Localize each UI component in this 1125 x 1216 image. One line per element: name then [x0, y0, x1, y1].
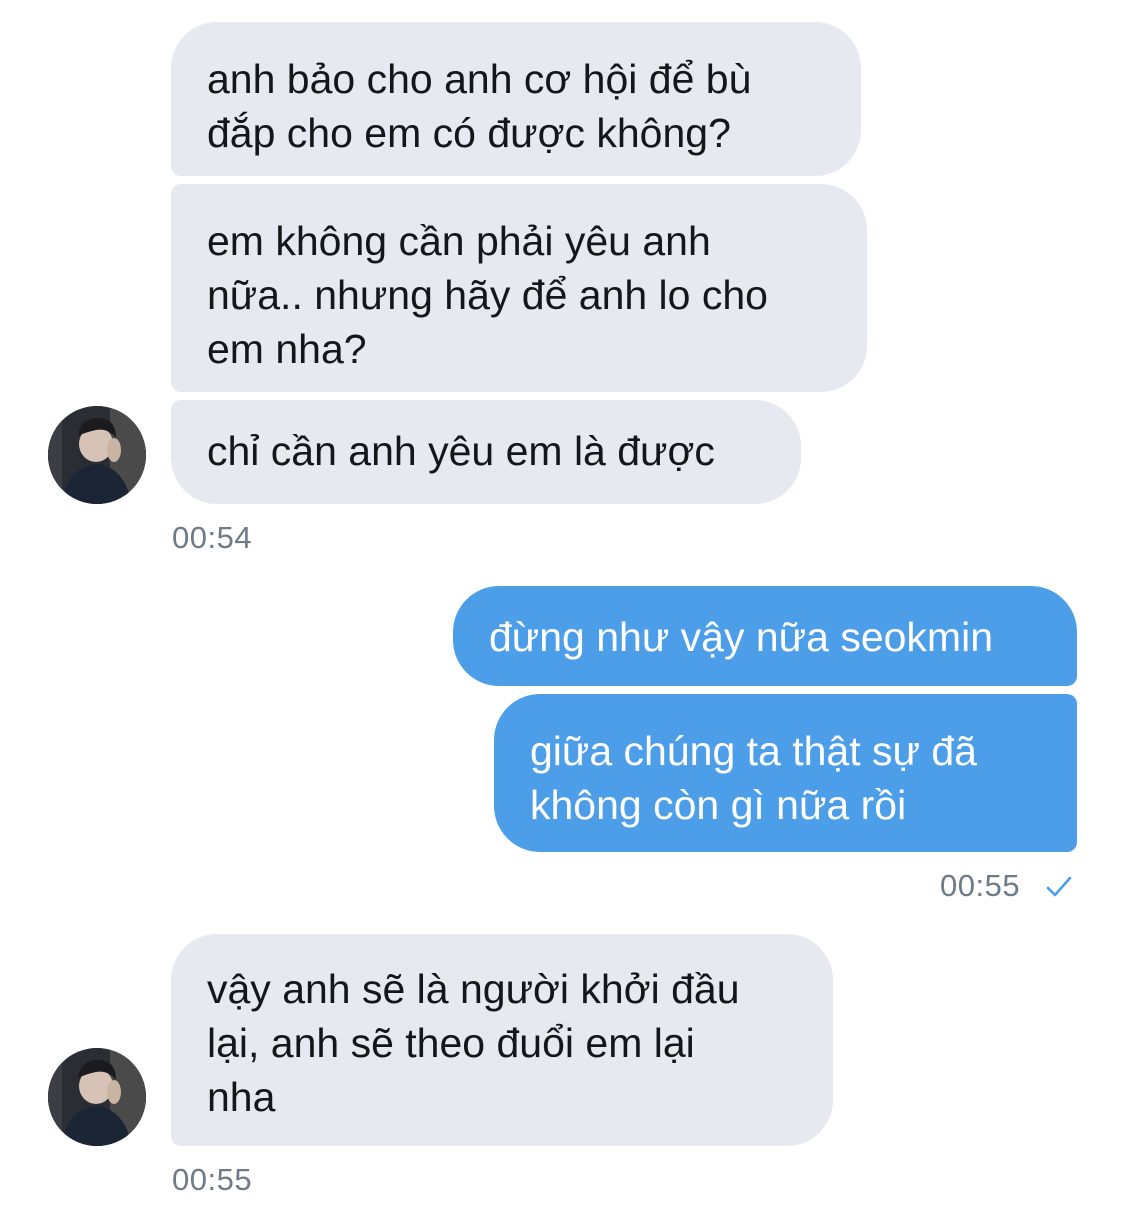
checkmark-icon — [1046, 876, 1072, 897]
message-bubble-received[interactable]: em không cần phải yêu anh nữa.. nhưng hã… — [171, 184, 867, 392]
message-timestamp: 00:54 — [172, 520, 253, 555]
message-bubble-sent[interactable]: giữa chúng ta thật sự đã không còn gì nữ… — [494, 694, 1077, 852]
avatar-photo — [48, 1048, 146, 1146]
message-timestamp: 00:55 — [172, 1162, 253, 1197]
contact-avatar[interactable] — [48, 406, 146, 504]
message-bubble-sent[interactable]: đừng như vậy nữa seokmin — [453, 586, 1077, 686]
message-timestamp: 00:55 — [940, 868, 1021, 903]
avatar-photo — [48, 406, 146, 504]
contact-avatar[interactable] — [48, 1048, 146, 1146]
message-bubble-received[interactable]: chỉ cần anh yêu em là được — [171, 400, 801, 504]
message-bubble-received[interactable]: anh bảo cho anh cơ hội để bù đắp cho em … — [171, 22, 861, 176]
message-bubble-received[interactable]: vậy anh sẽ là người khởi đầu lại, anh sẽ… — [171, 934, 833, 1146]
